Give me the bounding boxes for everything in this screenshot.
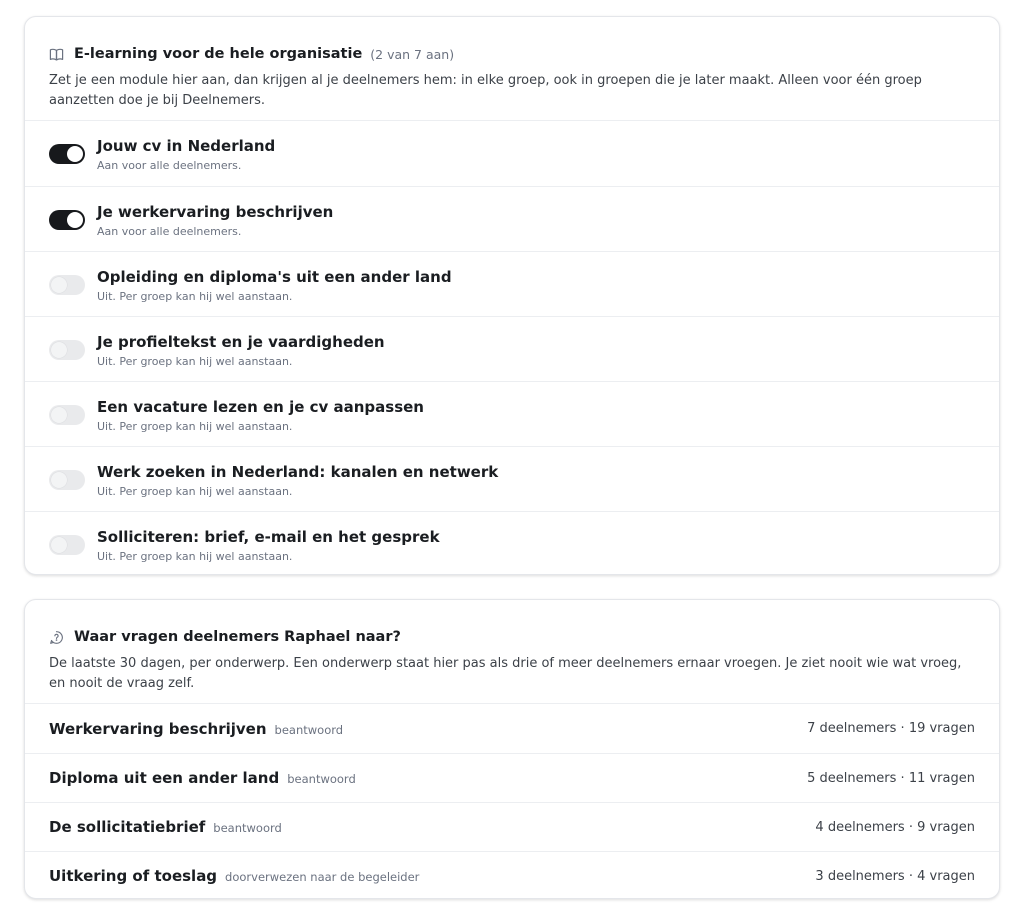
topic-left: Uitkering of toeslag doorverwezen naar de… xyxy=(49,867,419,885)
questions-title: Waar vragen deelnemers Raphael naar? xyxy=(74,629,401,645)
toggle-knob xyxy=(51,472,67,488)
module-status: Aan voor alle deelnemers. xyxy=(97,225,242,238)
module-row: Je werkervaring beschrijven Aan voor alle… xyxy=(25,186,999,251)
topic-stats: 5 deelnemers · 11 vragen xyxy=(807,770,975,786)
module-title: Je werkervaring beschrijven xyxy=(97,203,334,221)
topic-stats: 4 deelnemers · 9 vragen xyxy=(815,819,975,835)
module-list: Jouw cv in Nederland Aan voor alle deelne… xyxy=(25,120,999,574)
module-row: Opleiding en diploma's uit een ander lan… xyxy=(25,251,999,316)
module-toggle[interactable] xyxy=(49,535,85,555)
toggle-knob xyxy=(51,277,67,293)
module-toggle[interactable] xyxy=(49,144,85,164)
module-row: Een vacature lezen en je cv aanpassen Uit… xyxy=(25,381,999,446)
toggle-knob xyxy=(67,146,83,162)
topic-row: De sollicitatiebrief beantwoord 4 deelneme… xyxy=(25,802,999,851)
toggle-knob xyxy=(51,342,67,358)
toggle-knob xyxy=(67,212,83,228)
chat-question-icon xyxy=(49,629,65,645)
topic-name: De sollicitatiebrief xyxy=(49,818,206,836)
topic-name: Werkervaring beschrijven xyxy=(49,719,267,738)
module-status: Uit. Per groep kan hij wel aanstaan. xyxy=(97,355,293,368)
topic-status: beantwoord xyxy=(287,772,356,786)
elearning-description: Zet je een module hier aan, dan krijgen … xyxy=(49,73,922,108)
module-status: Aan voor alle deelnemers. xyxy=(97,159,242,172)
module-title: Opleiding en diploma's uit een ander lan… xyxy=(97,268,452,286)
module-toggle[interactable] xyxy=(49,405,85,425)
module-status: Uit. Per groep kan hij wel aanstaan. xyxy=(97,290,293,303)
questions-card: Waar vragen deelnemers Raphael naar? De … xyxy=(24,599,1000,899)
book-icon xyxy=(49,46,65,62)
module-toggle[interactable] xyxy=(49,275,85,295)
module-text: Werk zoeken in Nederland: kanalen en net… xyxy=(97,462,498,500)
topic-status: doorverwezen naar de begeleider xyxy=(225,870,420,884)
elearning-count: (2 van 7 aan) xyxy=(370,46,455,62)
module-toggle[interactable] xyxy=(49,470,85,490)
module-text: Solliciteren: brief, e-mail en het gespr… xyxy=(97,527,440,565)
topic-name: Uitkering of toeslag xyxy=(49,867,218,885)
elearning-header: E-learning voor de hele organisatie (2 v… xyxy=(25,17,999,120)
topic-row: Uitkering of toeslag doorverwezen naar de… xyxy=(25,851,999,898)
elearning-card: E-learning voor de hele organisatie (2 v… xyxy=(24,16,1000,575)
module-toggle[interactable] xyxy=(49,210,85,230)
module-title: Werk zoeken in Nederland: kanalen en net… xyxy=(97,463,499,481)
module-title: Solliciteren: brief, e-mail en het gespr… xyxy=(97,528,440,546)
module-title: Je profieltekst en je vaardigheden xyxy=(97,333,385,351)
module-status: Uit. Per groep kan hij wel aanstaan. xyxy=(97,420,293,433)
questions-description: De laatste 30 dagen, per onderwerp. Een … xyxy=(49,656,962,691)
toggle-knob xyxy=(51,407,67,423)
topic-name: Diploma uit een ander land xyxy=(49,769,280,787)
module-title: Jouw cv in Nederland xyxy=(97,137,276,155)
topic-left: De sollicitatiebrief beantwoord xyxy=(49,818,282,836)
module-text: Jouw cv in Nederland Aan voor alle deelne… xyxy=(97,136,275,174)
module-status: Uit. Per groep kan hij wel aanstaan. xyxy=(97,485,293,498)
elearning-title: E-learning voor de hele organisatie xyxy=(74,46,363,62)
module-status: Uit. Per groep kan hij wel aanstaan. xyxy=(97,550,293,563)
module-text: Je profieltekst en je vaardigheden Uit. P… xyxy=(97,332,385,370)
module-row: Jouw cv in Nederland Aan voor alle deelne… xyxy=(25,121,999,186)
module-toggle[interactable] xyxy=(49,340,85,360)
topic-list: Werkervaring beschrijven beantwoord 7 deel… xyxy=(25,703,999,898)
module-row: Solliciteren: brief, e-mail en het gespr… xyxy=(25,511,999,574)
module-row: Je profieltekst en je vaardigheden Uit. P… xyxy=(25,316,999,381)
module-text: Een vacature lezen en je cv aanpassen Uit… xyxy=(97,397,424,435)
topic-left: Diploma uit een ander land beantwoord xyxy=(49,769,356,787)
topic-row: Diploma uit een ander land beantwoord 5 de… xyxy=(25,753,999,802)
module-text: Je werkervaring beschrijven Aan voor alle… xyxy=(97,202,333,240)
topic-stats: 7 deelnemers · 19 vragen xyxy=(807,721,975,736)
module-title: Een vacature lezen en je cv aanpassen xyxy=(97,398,424,416)
toggle-knob xyxy=(51,537,67,553)
topic-stats: 3 deelnemers · 4 vragen xyxy=(815,868,975,884)
questions-header: Waar vragen deelnemers Raphael naar? De … xyxy=(25,600,999,703)
module-row: Werk zoeken in Nederland: kanalen en net… xyxy=(25,446,999,511)
module-text: Opleiding en diploma's uit een ander lan… xyxy=(97,267,452,305)
topic-status: beantwoord xyxy=(274,722,344,737)
topic-row: Werkervaring beschrijven beantwoord 7 deel… xyxy=(25,704,999,753)
topic-status: beantwoord xyxy=(213,821,282,835)
topic-left: Werkervaring beschrijven beantwoord xyxy=(49,720,343,738)
